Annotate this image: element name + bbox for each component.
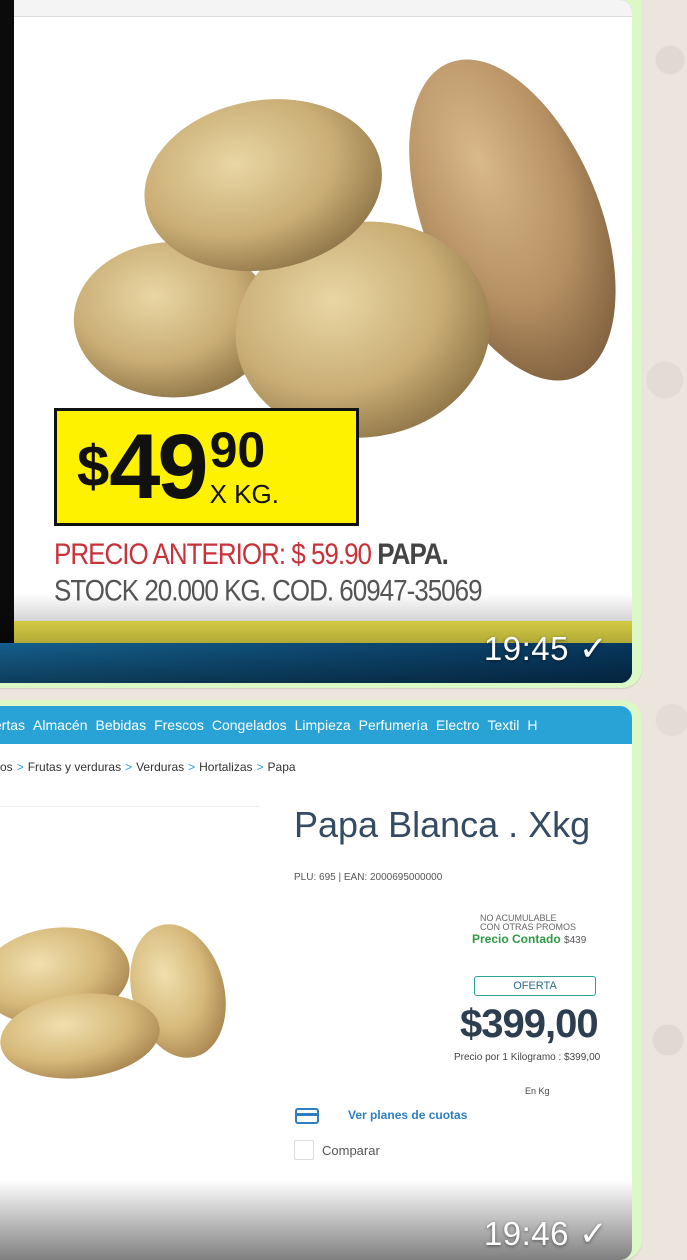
nav-item-bebidas: Bebidas xyxy=(95,717,147,733)
nav-item-congelados: Congelados xyxy=(211,717,287,733)
message-bubble-image-1[interactable]: $ 49 90 X KG. PRECIO ANTERIOR: $ 59.90 P… xyxy=(0,0,642,688)
product-photo xyxy=(0,924,226,1079)
message-timestamp: 19:46 ✓ xyxy=(484,1214,608,1254)
breadcrumb-item: Frutas y verduras xyxy=(27,760,122,774)
nav-item-ofertas: fertas xyxy=(0,717,26,733)
no-acumulable-note: NO ACUMULABLE CON OTRAS PROMOS xyxy=(480,914,576,932)
potatoes-photo xyxy=(73,59,616,438)
nav-item-textil: Textil xyxy=(487,717,520,733)
breadcrumb-separator: > xyxy=(256,760,264,774)
nav-item-limpieza: Limpieza xyxy=(294,717,351,733)
oferta-badge: OFERTA xyxy=(474,976,596,996)
check-icon: ✓ xyxy=(579,630,608,668)
time-text: 19:45 xyxy=(483,630,569,667)
web-screenshot-image[interactable]: fertas Almacén Bebidas Frescos Congelado… xyxy=(0,706,632,1260)
nav-item-almacen: Almacén xyxy=(33,717,88,733)
price-unit: X KG. xyxy=(209,479,279,509)
breadcrumb: os > Frutas y verduras > Verduras > Hort… xyxy=(0,760,296,774)
breadcrumb-separator: > xyxy=(125,760,133,774)
flyer: $ 49 90 X KG. PRECIO ANTERIOR: $ 59.90 P… xyxy=(0,0,632,643)
breadcrumb-item: os xyxy=(0,760,13,774)
breadcrumb-separator: > xyxy=(188,760,196,774)
breadcrumb-item: Papa xyxy=(267,760,296,774)
no-acumulable-line-2: CON OTRAS PROMOS xyxy=(480,922,577,932)
nav-item-perfumeria: Perfumería xyxy=(358,717,428,733)
breadcrumb-separator: > xyxy=(16,760,24,774)
ver-cuotas-link: Ver planes de cuotas xyxy=(348,1108,468,1122)
precio-contado-label: Precio Contado xyxy=(472,932,561,946)
message-bubble-image-2[interactable]: fertas Almacén Bebidas Frescos Congelado… xyxy=(0,700,642,1260)
unit-price: Precio por 1 Kilogramo : $399,00 xyxy=(454,1052,601,1063)
en-kg-label: En Kg xyxy=(525,1086,550,1096)
price-cents: 90 xyxy=(209,422,266,478)
price-integer: 49 xyxy=(109,416,208,518)
previous-price: PRECIO ANTERIOR: $ 59.90 xyxy=(54,536,372,571)
price-tag: $ 49 90 X KG. xyxy=(54,408,359,526)
nav-item-frescos: Frescos xyxy=(154,717,204,733)
breadcrumb-item: Hortalizas xyxy=(199,760,253,774)
category-nav: fertas Almacén Bebidas Frescos Congelado… xyxy=(0,706,632,744)
compare-checkbox xyxy=(294,1140,314,1160)
divider xyxy=(0,806,260,807)
check-icon: ✓ xyxy=(579,1215,608,1253)
breadcrumb-item: Verduras xyxy=(136,760,185,774)
precio-contado: Precio Contado $439 xyxy=(472,932,586,946)
flyer-image[interactable]: $ 49 90 X KG. PRECIO ANTERIOR: $ 59.90 P… xyxy=(0,0,632,683)
time-text: 19:46 xyxy=(483,1215,569,1252)
main-price: $399,00 xyxy=(460,1002,599,1046)
message-timestamp: 19:45 ✓ xyxy=(484,629,608,669)
nav-item-electro: Electro xyxy=(435,717,480,733)
nav-item-hogar: H xyxy=(527,717,538,733)
credit-card-icon xyxy=(295,1108,319,1124)
price-symbol: $ xyxy=(77,434,110,499)
precio-contado-value: $439 xyxy=(564,935,587,946)
price-side: 90 X KG. xyxy=(210,425,279,510)
plu-ean: PLU: 695 | EAN: 2000695000000 xyxy=(294,872,443,883)
product-name: PAPA. xyxy=(377,536,449,571)
compare-label: Comparar xyxy=(322,1143,380,1158)
product-title: Papa Blanca . Xkg xyxy=(294,804,591,845)
